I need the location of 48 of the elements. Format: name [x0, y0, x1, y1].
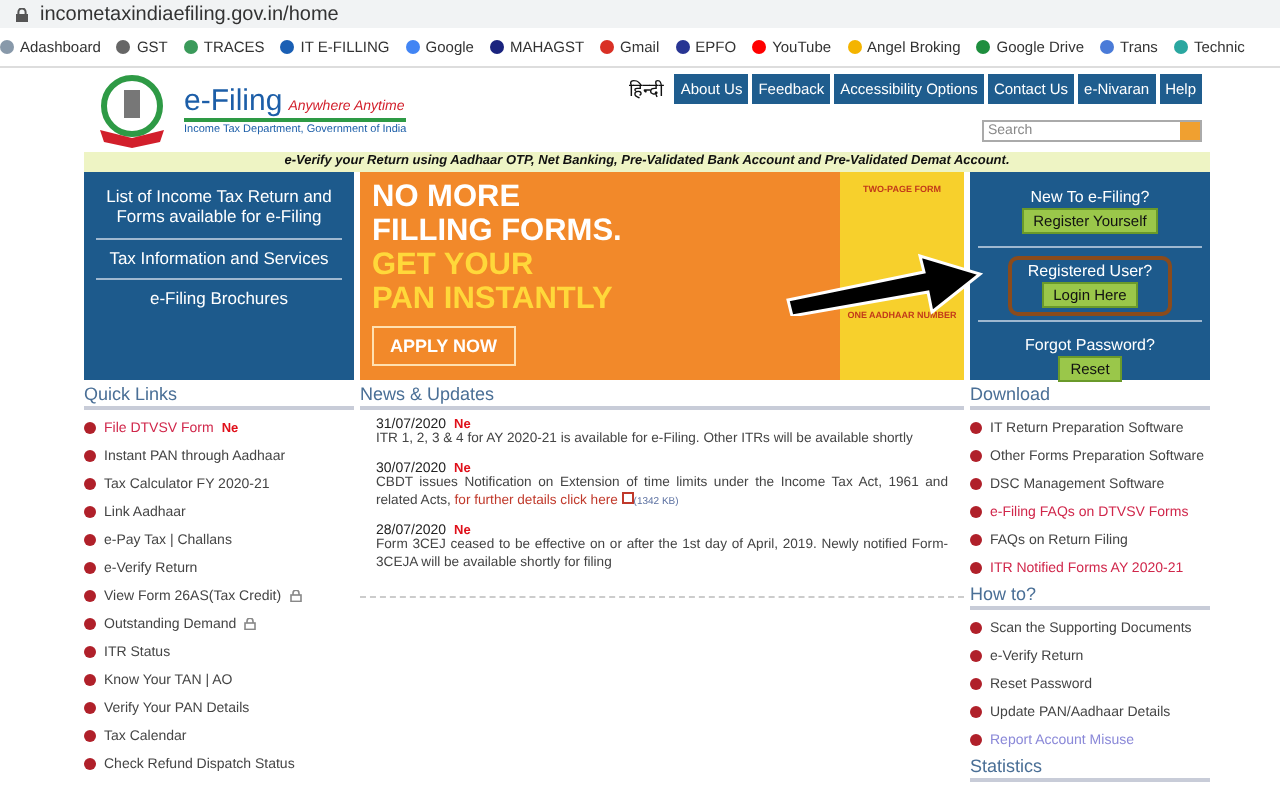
- bullet-icon: [84, 450, 96, 462]
- bullet-icon: [84, 478, 96, 490]
- bullet-icon: [84, 646, 96, 658]
- bullet-icon: [970, 678, 982, 690]
- banner-headline: FILLING FORMS.: [372, 214, 624, 248]
- bullet-icon: [84, 730, 96, 742]
- pdf-icon: [621, 492, 634, 505]
- bullet-icon: [84, 562, 96, 574]
- account-heading: Registered User?: [1027, 262, 1153, 280]
- section-heading: How to?: [970, 582, 1210, 610]
- bullet-icon: [84, 618, 96, 630]
- bullet-icon: [84, 534, 96, 546]
- section-heading: Quick Links: [84, 382, 354, 410]
- bullet-icon: [84, 674, 96, 686]
- bullet-icon: [84, 506, 96, 518]
- account-heading: Forgot Password?: [1025, 336, 1155, 354]
- search-button[interactable]: [1180, 122, 1200, 140]
- section-heading: News & Updates: [360, 382, 964, 410]
- lock-icon: [16, 7, 28, 21]
- banner-headline: NO MORE: [372, 180, 523, 214]
- arrow-icon: [784, 248, 984, 316]
- url-text[interactable]: incometaxindiaefiling.gov.in/home: [40, 3, 339, 25]
- bullet-icon: [970, 506, 982, 518]
- bullet-icon: [970, 734, 982, 746]
- banner-headline: GET YOUR: [372, 248, 536, 282]
- bullet-icon: [84, 422, 96, 434]
- site-title: e-Filing: [184, 84, 283, 118]
- bullet-icon: [970, 562, 982, 574]
- bullet-icon: [84, 758, 96, 770]
- language-link[interactable]: हिन्दी: [628, 76, 663, 102]
- menu-link[interactable]: List of Income Tax Return and Forms available for e-Filing: [96, 178, 342, 240]
- bullet-icon: [970, 422, 982, 434]
- bullet-icon: [970, 534, 982, 546]
- bullet-icon: [84, 590, 96, 602]
- bullet-icon: [970, 706, 982, 718]
- bullet-icon: [84, 702, 96, 714]
- lock-icon: [289, 590, 302, 602]
- bullet-icon: [970, 450, 982, 462]
- section-heading: Download: [970, 382, 1210, 410]
- section-heading: Statistics: [970, 754, 1210, 782]
- bullet-icon: [970, 622, 982, 634]
- banner-headline: PAN INSTANTLY: [372, 282, 615, 316]
- bullet-icon: [970, 478, 982, 490]
- account-heading: New To e-Filing?: [1030, 188, 1150, 206]
- menu-link[interactable]: e-Filing Brochures: [96, 280, 342, 321]
- menu-link[interactable]: Tax Information and Services: [96, 239, 342, 281]
- bullet-icon: [970, 650, 982, 662]
- lock-icon: [244, 618, 257, 630]
